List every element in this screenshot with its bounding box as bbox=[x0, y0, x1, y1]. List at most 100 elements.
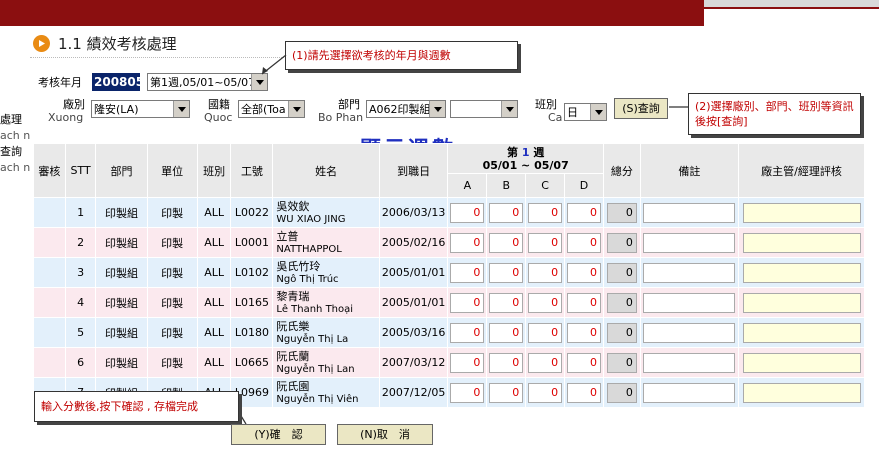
cell-shift: ALL bbox=[196, 227, 232, 258]
cell-score-d: 0 bbox=[564, 347, 604, 378]
score-c-input[interactable]: 0 bbox=[528, 262, 563, 283]
query-button[interactable]: (S)查詢 bbox=[614, 98, 668, 119]
left-nav-item[interactable]: 查詢 bbox=[0, 144, 30, 160]
score-b-input[interactable]: 0 bbox=[489, 232, 524, 253]
row-check[interactable] bbox=[34, 289, 64, 317]
factory-select[interactable]: 隆安(LA) bbox=[91, 100, 190, 118]
cell-score-d: 0 bbox=[564, 287, 604, 318]
col-stt: STT bbox=[64, 143, 97, 198]
cell-score-a: 0 bbox=[447, 317, 488, 348]
score-c-input[interactable]: 0 bbox=[528, 322, 563, 343]
cell-score-b: 0 bbox=[486, 287, 527, 318]
evaluation-table: 審核 STT 部門 單位 班別 工號 姓名 到職日 第 1 週 05/01 ~ … bbox=[33, 143, 865, 408]
score-a-input[interactable]: 0 bbox=[450, 352, 485, 373]
score-c-input[interactable]: 0 bbox=[528, 352, 563, 373]
cell-join-date: 2006/03/13 bbox=[378, 197, 449, 228]
manager-review-input[interactable] bbox=[742, 352, 861, 373]
score-d-input[interactable]: 0 bbox=[566, 202, 601, 223]
remark-input[interactable] bbox=[643, 352, 736, 373]
shift-sublabel: Ca bbox=[548, 111, 563, 124]
shift-select-value: 日 bbox=[567, 106, 578, 119]
row-check-cell[interactable] bbox=[33, 227, 66, 258]
manager-review-input[interactable] bbox=[742, 262, 861, 283]
callout-arrow-line bbox=[237, 410, 247, 425]
cell-score-a: 0 bbox=[447, 227, 488, 258]
score-b-input[interactable]: 0 bbox=[489, 202, 524, 223]
score-a-input[interactable]: 0 bbox=[450, 202, 485, 223]
score-a-input[interactable]: 0 bbox=[450, 262, 485, 283]
row-check-cell[interactable] bbox=[33, 257, 66, 288]
score-c-input[interactable]: 0 bbox=[528, 202, 563, 223]
manager-review-input[interactable] bbox=[742, 232, 861, 253]
score-c-input[interactable]: 0 bbox=[528, 232, 563, 253]
row-check[interactable] bbox=[34, 199, 64, 227]
total-field: 0 bbox=[606, 382, 637, 403]
nation-sublabel: Quoc bbox=[204, 111, 233, 124]
manager-review-input[interactable] bbox=[742, 202, 861, 223]
score-d-input[interactable]: 0 bbox=[566, 262, 601, 283]
score-d-input[interactable]: 0 bbox=[566, 322, 601, 343]
name-english: Nguyễn Thị La bbox=[276, 333, 349, 345]
dept-select[interactable]: A062印製組 bbox=[366, 100, 446, 118]
score-b-input[interactable]: 0 bbox=[489, 322, 524, 343]
cell-total: 0 bbox=[602, 317, 641, 348]
remark-input[interactable] bbox=[643, 232, 736, 253]
remark-input[interactable] bbox=[643, 382, 736, 403]
score-c-input[interactable]: 0 bbox=[528, 292, 563, 313]
score-c-input[interactable]: 0 bbox=[528, 382, 563, 403]
cell-total: 0 bbox=[602, 347, 641, 378]
name-chinese: 吳氏竹玲 bbox=[276, 259, 321, 273]
score-d-input[interactable]: 0 bbox=[566, 352, 601, 373]
row-check[interactable] bbox=[34, 349, 64, 377]
cell-name: 吳效欽 WU XIAO JING bbox=[272, 197, 380, 228]
manager-review-input[interactable] bbox=[742, 382, 861, 403]
remark-input[interactable] bbox=[643, 292, 736, 313]
chevron-down-icon bbox=[173, 101, 189, 117]
row-check-cell[interactable] bbox=[33, 347, 66, 378]
chevron-down-icon bbox=[501, 101, 517, 117]
cell-dept: 印製組 bbox=[95, 227, 148, 258]
total-field: 0 bbox=[606, 292, 637, 313]
cancel-button[interactable]: (N)取 消 bbox=[337, 424, 433, 445]
remark-input[interactable] bbox=[643, 322, 736, 343]
sub-dept-select[interactable] bbox=[450, 100, 518, 118]
row-check[interactable] bbox=[34, 259, 64, 287]
score-d-input[interactable]: 0 bbox=[566, 232, 601, 253]
left-nav-item[interactable]: 處理 bbox=[0, 112, 30, 128]
score-b-input[interactable]: 0 bbox=[489, 352, 524, 373]
row-check-cell[interactable] bbox=[33, 197, 66, 228]
manager-review-input[interactable] bbox=[742, 322, 861, 343]
score-b-input[interactable]: 0 bbox=[489, 382, 524, 403]
confirm-button[interactable]: (Y)確 認 bbox=[231, 424, 326, 445]
cell-score-a: 0 bbox=[447, 197, 488, 228]
name-chinese: 阮氏園 bbox=[276, 379, 310, 393]
remark-input[interactable] bbox=[643, 202, 736, 223]
row-check-cell[interactable] bbox=[33, 287, 66, 318]
row-check[interactable] bbox=[34, 229, 64, 257]
left-nav-item-sub[interactable]: ach nh bbox=[0, 160, 30, 176]
score-a-input[interactable]: 0 bbox=[450, 292, 485, 313]
score-b-input[interactable]: 0 bbox=[489, 262, 524, 283]
manager-review-input[interactable] bbox=[742, 292, 861, 313]
cell-score-b: 0 bbox=[486, 257, 527, 288]
cell-join-date: 2007/03/12 bbox=[378, 347, 449, 378]
cell-score-a: 0 bbox=[447, 377, 488, 408]
row-check[interactable] bbox=[34, 319, 64, 347]
row-check-cell[interactable] bbox=[33, 317, 66, 348]
score-d-input[interactable]: 0 bbox=[566, 382, 601, 403]
score-d-input[interactable]: 0 bbox=[566, 292, 601, 313]
score-a-input[interactable]: 0 bbox=[450, 232, 485, 253]
remark-input[interactable] bbox=[643, 262, 736, 283]
total-field: 0 bbox=[606, 202, 637, 223]
score-a-input[interactable]: 0 bbox=[450, 322, 485, 343]
factory-select-value: 隆安(LA) bbox=[94, 103, 139, 116]
shift-select[interactable]: 日 bbox=[564, 103, 607, 121]
year-input[interactable]: 200805 bbox=[92, 73, 144, 91]
week-suffix: 週 bbox=[533, 145, 545, 159]
left-nav-item-sub[interactable]: ach nă bbox=[0, 128, 30, 144]
score-b-input[interactable]: 0 bbox=[489, 292, 524, 313]
score-a-input[interactable]: 0 bbox=[450, 382, 485, 403]
col-unit: 單位 bbox=[146, 143, 198, 198]
nation-select[interactable]: 全部(Toa bbox=[238, 100, 305, 118]
week-select[interactable]: 第1週,05/01~05/07 bbox=[147, 73, 268, 91]
